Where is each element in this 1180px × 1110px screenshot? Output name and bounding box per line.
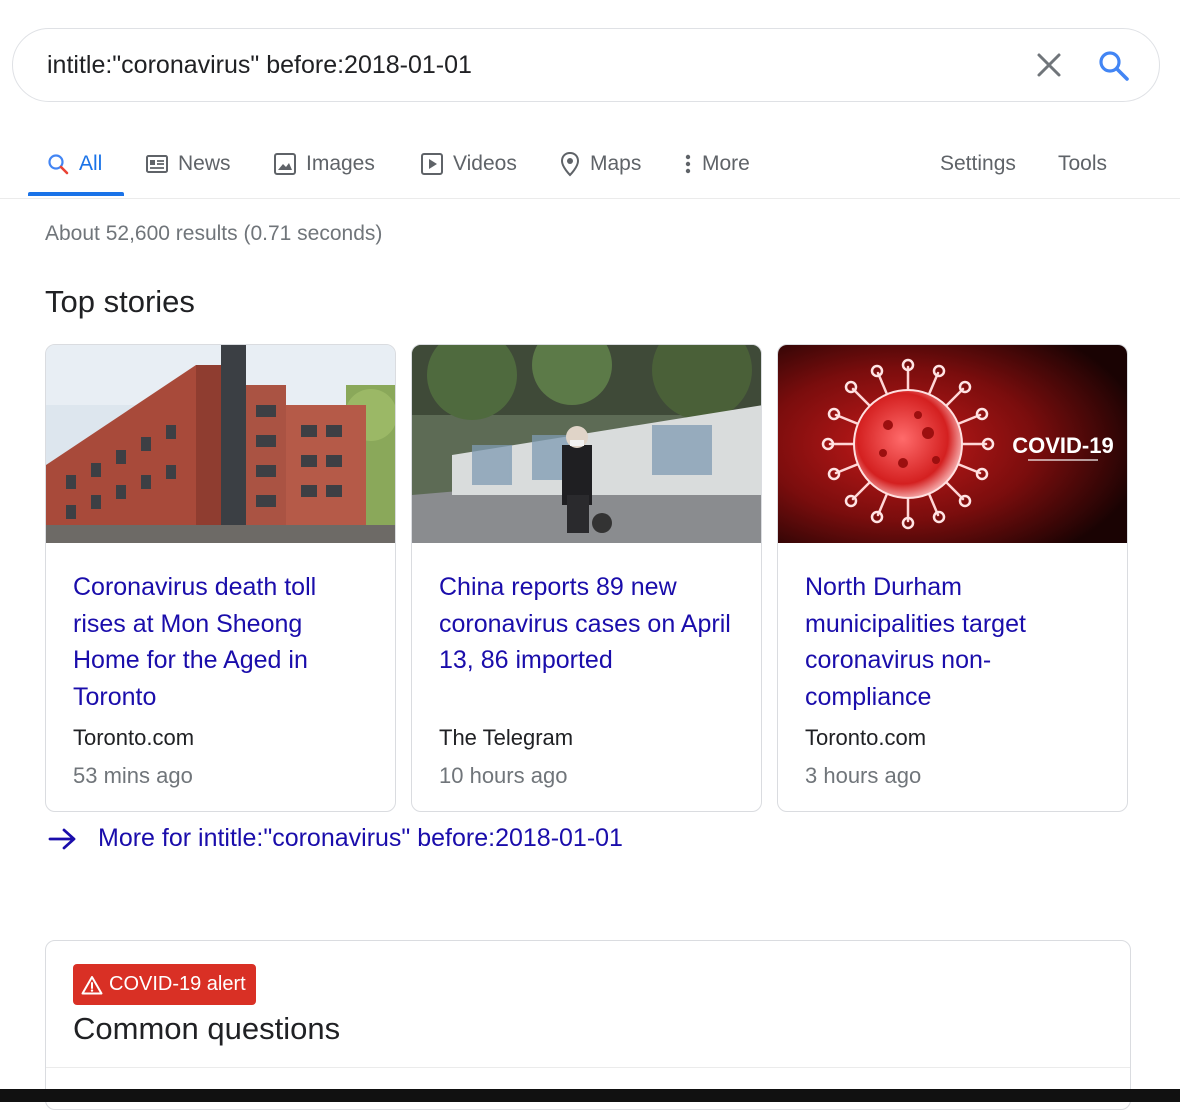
active-tab-indicator: [28, 192, 124, 196]
tab-label: Images: [306, 152, 375, 175]
search-bar[interactable]: intitle:"coronavirus" before:2018-01-01: [12, 28, 1160, 102]
story-card[interactable]: Coronavirus death toll rises at Mon Sheo…: [45, 344, 396, 812]
story-source: Toronto.com: [73, 725, 195, 750]
tab-label: News: [178, 152, 231, 175]
story-thumbnail-care-home: [46, 345, 395, 543]
alert-badge-label: COVID-19 alert: [109, 973, 246, 995]
tab-news[interactable]: News: [146, 130, 231, 198]
close-icon: [1037, 53, 1061, 77]
more-stories-label: More for intitle:"coronavirus" before:20…: [98, 824, 623, 852]
tab-label: All: [79, 152, 103, 175]
arrow-right-icon: [48, 828, 76, 849]
tools-button[interactable]: Tools: [1058, 130, 1107, 198]
search-tabs: All News Images Videos Maps More Setting…: [0, 130, 1180, 199]
story-thumbnail-street-scooter: [412, 345, 761, 543]
divider: [46, 1067, 1130, 1068]
tab-label: Videos: [453, 152, 517, 175]
story-time: 53 mins ago: [73, 763, 193, 788]
story-card[interactable]: COVID-19 North Durham municipalities tar…: [777, 344, 1128, 812]
common-questions-heading: Common questions: [73, 1011, 341, 1046]
warning-triangle-icon: [81, 975, 103, 994]
clear-search-button[interactable]: [1033, 49, 1065, 81]
result-stats: About 52,600 results (0.71 seconds): [45, 222, 383, 245]
search-icon: [1099, 51, 1129, 81]
tab-label: More: [702, 152, 750, 175]
story-card[interactable]: China reports 89 new coronavirus cases o…: [411, 344, 762, 812]
search-button[interactable]: [1097, 49, 1131, 83]
more-stories-link[interactable]: More for intitle:"coronavirus" before:20…: [48, 824, 623, 853]
story-title-link[interactable]: North Durham municipalities target coron…: [805, 569, 1105, 715]
tab-more[interactable]: More: [684, 130, 750, 198]
story-source: Toronto.com: [805, 725, 927, 750]
story-time: 3 hours ago: [805, 763, 922, 788]
common-questions-panel: COVID-19 alert Common questions: [45, 940, 1131, 1110]
story-time: 10 hours ago: [439, 763, 568, 788]
tab-videos[interactable]: Videos: [421, 130, 517, 198]
tab-maps[interactable]: Maps: [560, 130, 641, 198]
settings-button[interactable]: Settings: [940, 130, 1016, 198]
story-title-link[interactable]: Coronavirus death toll rises at Mon Sheo…: [73, 569, 373, 715]
covid-alert-badge: COVID-19 alert: [73, 964, 256, 1005]
tab-images[interactable]: Images: [274, 130, 375, 198]
tab-all[interactable]: All: [47, 130, 102, 198]
map-pin-icon: [560, 151, 580, 177]
tab-label: Maps: [590, 152, 642, 175]
video-play-icon: [421, 153, 443, 175]
search-icon: [48, 154, 69, 175]
story-thumbnail-covid-virus: COVID-19: [778, 345, 1127, 543]
top-stories-heading: Top stories: [45, 284, 195, 319]
story-title-link[interactable]: China reports 89 new coronavirus cases o…: [439, 569, 739, 679]
image-icon: [274, 153, 296, 175]
covid-image-text: COVID-19: [1012, 433, 1113, 458]
story-source: The Telegram: [439, 725, 574, 750]
search-input[interactable]: intitle:"coronavirus" before:2018-01-01: [47, 51, 472, 80]
vertical-dots-icon: [685, 154, 691, 174]
bottom-edge-bar: [0, 1089, 1180, 1102]
newspaper-icon: [146, 155, 168, 173]
